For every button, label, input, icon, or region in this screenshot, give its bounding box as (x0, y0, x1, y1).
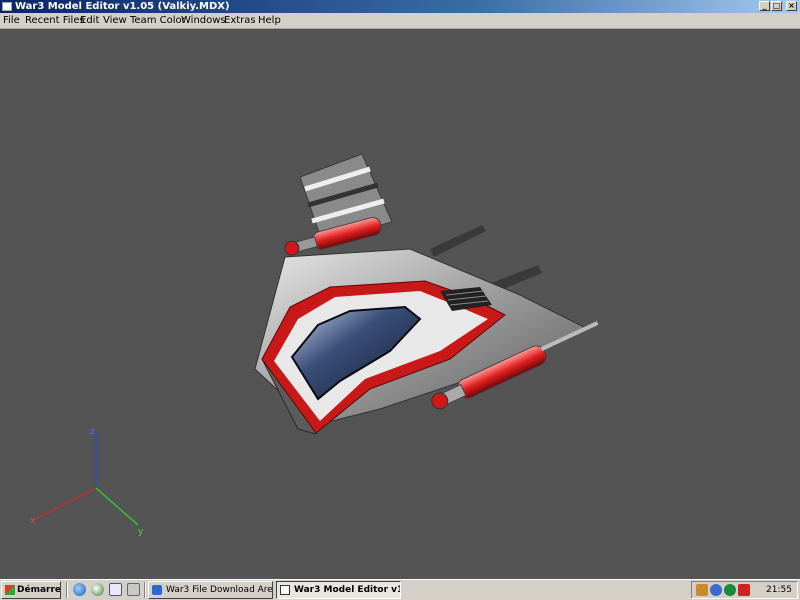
maximize-button[interactable]: □ (771, 1, 782, 11)
start-button[interactable]: Démarrer (1, 581, 61, 599)
x-axis-label: x (30, 516, 36, 526)
start-label: Démarrer (17, 585, 61, 595)
menu-view[interactable]: View (103, 14, 127, 28)
menu-recent-files[interactable]: Recent Files (25, 14, 85, 28)
browser-icon[interactable] (73, 583, 86, 596)
y-axis-label: y (138, 527, 144, 537)
app-window-icon (280, 585, 290, 595)
clock: 21:55 (766, 585, 792, 595)
close-button[interactable]: × (786, 1, 797, 11)
minimize-button[interactable]: _ (759, 1, 770, 11)
menu-edit[interactable]: Edit (80, 14, 99, 28)
model-render: z x y (30, 153, 599, 537)
app-icon[interactable] (2, 2, 12, 11)
menu-team-color[interactable]: Team Color (130, 14, 186, 28)
taskbar-separator (66, 582, 68, 598)
x-axis-line (35, 487, 97, 520)
title-bar[interactable]: War3 Model Editor v1.05 (Valkiy.MDX) _ □… (0, 0, 800, 13)
menu-windows[interactable]: Windows (181, 14, 226, 28)
menu-bar: File Recent Files Edit View Team Color W… (0, 13, 800, 29)
task-label: War3 File Download Are... (166, 585, 273, 595)
ie-window-icon (152, 585, 162, 595)
task-button-download-area[interactable]: War3 File Download Are... (148, 581, 273, 599)
z-axis-label: z (90, 427, 95, 437)
tray-network-icon[interactable] (696, 584, 708, 596)
menu-file[interactable]: File (3, 14, 20, 28)
task-label: War3 Model Editor v1... (294, 585, 400, 595)
menu-extras[interactable]: Extras (224, 14, 256, 28)
media-player-icon[interactable] (91, 583, 104, 596)
explorer-icon[interactable] (127, 583, 140, 596)
tray-volume-icon[interactable] (710, 584, 722, 596)
desktop-icon[interactable] (109, 583, 122, 596)
tray-antivirus-icon[interactable] (738, 584, 750, 596)
menu-help[interactable]: Help (258, 14, 281, 28)
taskbar: Démarrer War3 File Download Are... War3 … (0, 579, 800, 600)
taskbar-separator (144, 582, 146, 598)
model-viewport[interactable]: z x y (0, 29, 800, 579)
system-tray: 21:55 (691, 581, 798, 599)
windows-logo-icon (5, 585, 15, 595)
task-button-model-editor[interactable]: War3 Model Editor v1... (276, 581, 401, 599)
window-title: War3 Model Editor v1.05 (Valkiy.MDX) (15, 1, 230, 12)
tray-security-icon[interactable] (724, 584, 736, 596)
spaceship-model (254, 153, 599, 435)
y-axis-line (95, 487, 139, 526)
axis-gizmo: z x y (30, 427, 144, 537)
